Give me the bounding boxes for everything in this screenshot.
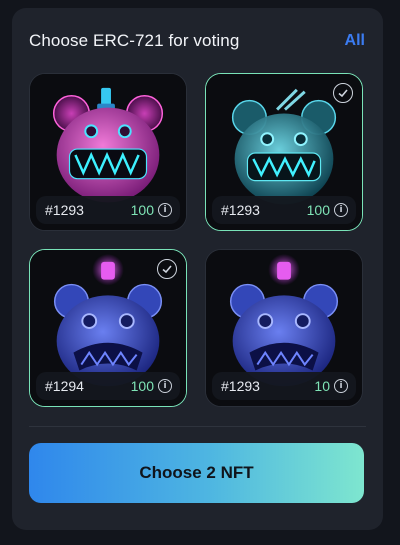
info-icon[interactable]: i [334, 203, 348, 217]
token-id: #1293 [221, 378, 260, 394]
nft-info-bar: #1293 100 i [36, 196, 180, 224]
vote-count: 10 i [314, 378, 348, 394]
token-id: #1294 [45, 378, 84, 394]
info-icon[interactable]: i [334, 379, 348, 393]
vote-value: 100 [306, 202, 330, 218]
vote-count: 100 i [131, 378, 172, 394]
vote-value: 10 [314, 378, 330, 394]
nft-info-bar: #1294 100 i [36, 372, 180, 400]
all-link[interactable]: All [345, 32, 365, 50]
nft-card[interactable]: #1294 100 i [29, 249, 187, 407]
check-icon [157, 259, 177, 279]
nft-card[interactable]: #1293 100 i [205, 73, 363, 231]
nft-info-bar: #1293 10 i [212, 372, 356, 400]
info-icon[interactable]: i [158, 379, 172, 393]
vote-value: 100 [130, 202, 154, 218]
choose-nft-button[interactable]: Choose 2 NFT [29, 443, 364, 503]
nft-card[interactable]: #1293 100 i [29, 73, 187, 231]
token-id: #1293 [45, 202, 84, 218]
check-icon [333, 83, 353, 103]
divider [29, 426, 366, 427]
nft-info-bar: #1293 100 i [212, 196, 356, 224]
token-id: #1293 [221, 202, 260, 218]
nft-card[interactable]: #1293 10 i [205, 249, 363, 407]
info-icon[interactable]: i [158, 203, 172, 217]
panel-header: Choose ERC-721 for voting All [29, 30, 365, 52]
vote-panel: Choose ERC-721 for voting All #1293 100 … [12, 8, 383, 530]
vote-count: 100 i [131, 202, 172, 218]
vote-count: 100 i [307, 202, 348, 218]
vote-value: 100 [130, 378, 154, 394]
panel-title: Choose ERC-721 for voting [29, 31, 240, 50]
